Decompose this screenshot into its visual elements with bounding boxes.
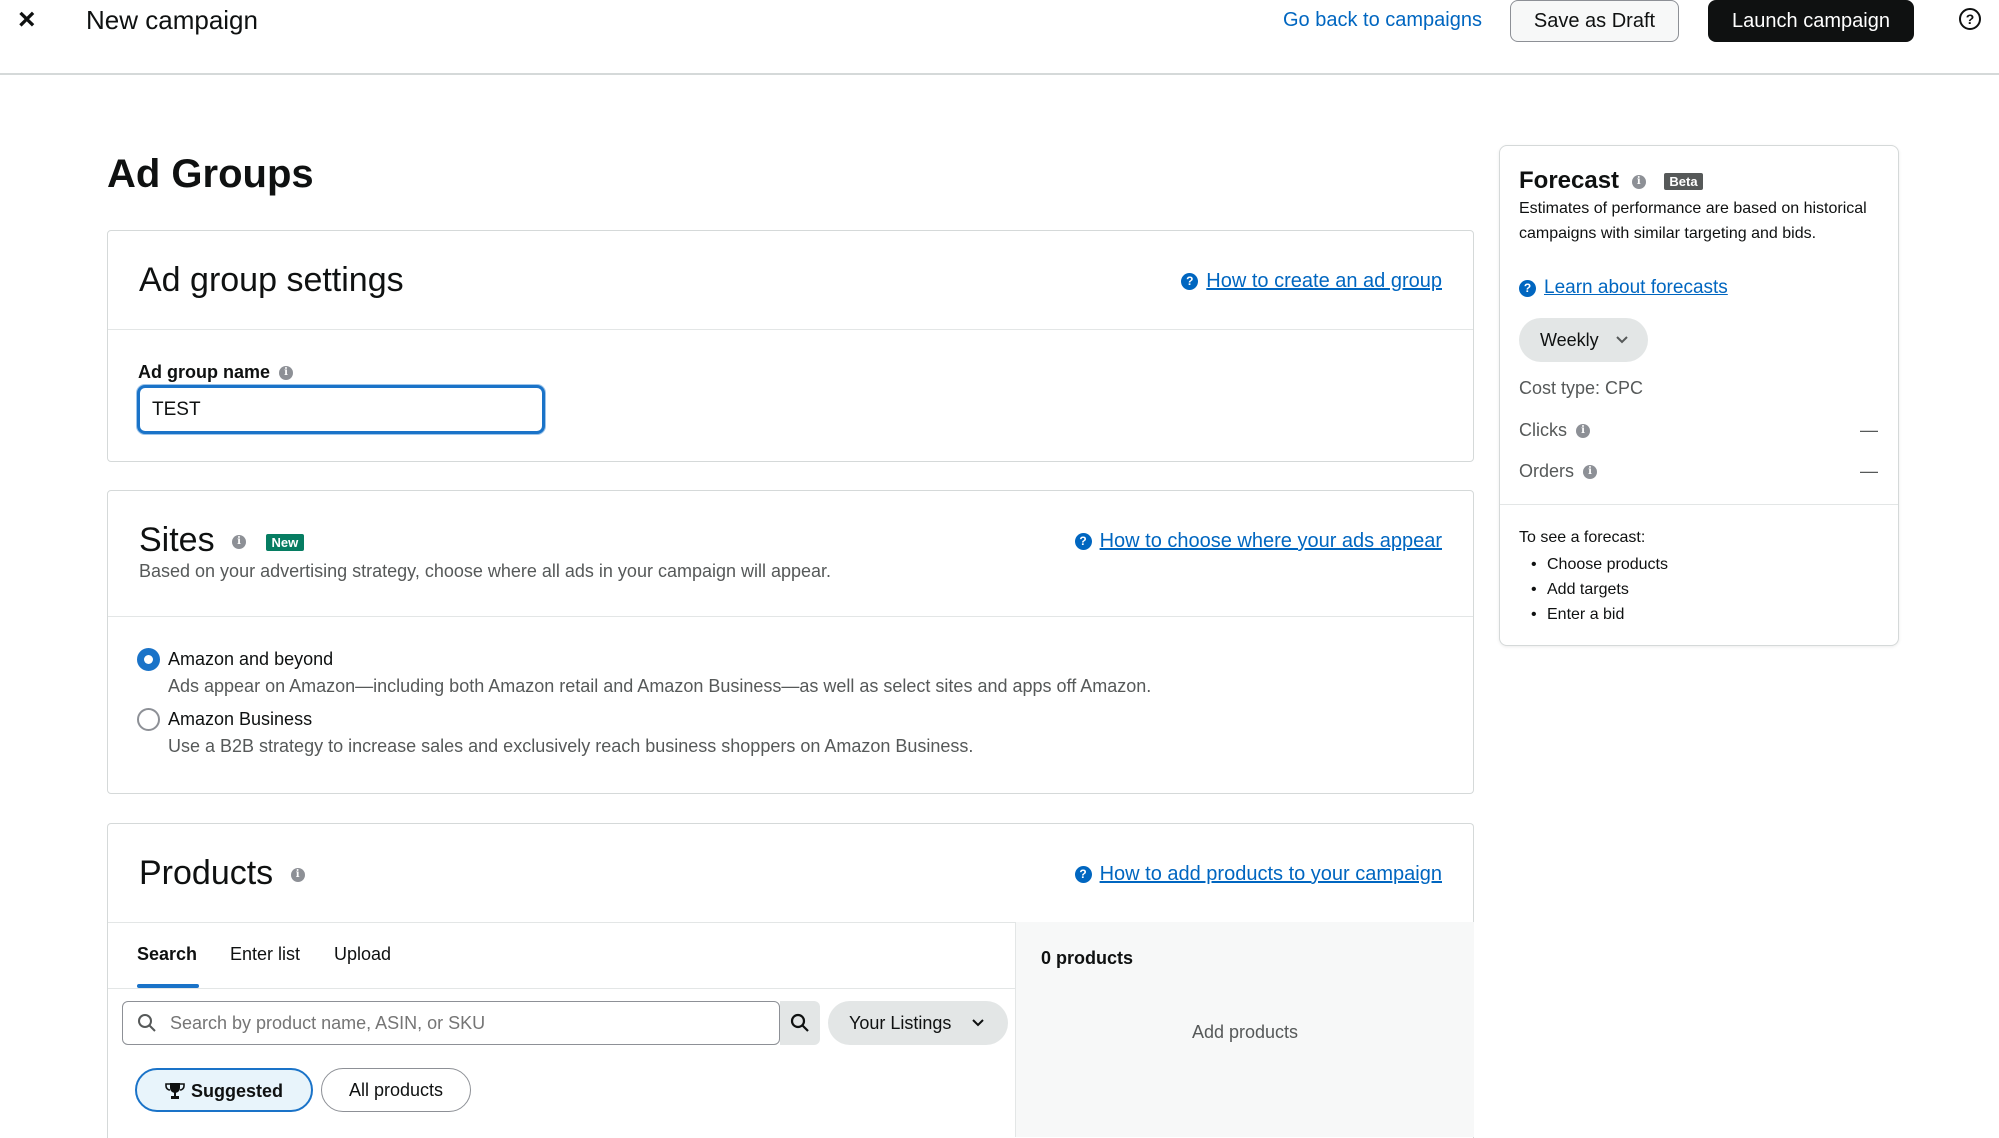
forecast-hint: To see a forecast: xyxy=(1519,529,1646,546)
selected-products-panel: 0 products Add products xyxy=(1015,922,1474,1137)
divider xyxy=(108,988,1015,989)
list-item: Add targets xyxy=(1519,577,1668,602)
tab-enter-list[interactable]: Enter list xyxy=(230,942,300,966)
forecast-steps: Choose products Add targets Enter a bid xyxy=(1519,552,1668,627)
list-item: Enter a bid xyxy=(1519,602,1668,627)
products-title-text: Products xyxy=(139,854,274,892)
listings-dropdown-label: Your Listings xyxy=(849,1013,952,1033)
divider xyxy=(108,616,1473,617)
launch-campaign-button[interactable]: Launch campaign xyxy=(1708,0,1914,42)
chevron-down-icon xyxy=(1616,336,1628,344)
learn-forecasts-text: Learn about forecasts xyxy=(1544,277,1728,298)
metric-clicks-value: — xyxy=(1860,420,1878,440)
info-icon[interactable]: i xyxy=(232,535,247,550)
divider xyxy=(108,329,1473,330)
forecast-panel: Forecast i Beta Estimates of performance… xyxy=(1499,145,1899,646)
add-products-help-text: How to add products to your campaign xyxy=(1099,863,1442,885)
section-heading: Ad Groups xyxy=(107,152,314,196)
sites-card: Sites i New ? How to choose where your a… xyxy=(107,490,1474,794)
forecast-description: Estimates of performance are based on hi… xyxy=(1519,200,1867,242)
close-icon[interactable]: × xyxy=(18,2,36,38)
radio-amazon-and-beyond[interactable] xyxy=(137,648,160,671)
forecast-title-text: Forecast xyxy=(1519,167,1620,194)
ad-group-name-label: Ad group name i xyxy=(138,361,294,383)
filter-suggested-label: Suggested xyxy=(190,1081,283,1101)
info-icon[interactable]: i xyxy=(1576,424,1591,439)
forecast-title: Forecast i Beta xyxy=(1519,166,1703,196)
question-icon: ? xyxy=(1519,279,1536,297)
divider xyxy=(1500,504,1898,505)
cost-type: Cost type: CPC xyxy=(1519,378,1644,398)
metric-orders-value: — xyxy=(1860,461,1878,481)
tab-search[interactable]: Search xyxy=(137,942,197,966)
product-search-box[interactable] xyxy=(122,1001,780,1045)
list-item: Choose products xyxy=(1519,552,1668,577)
info-icon[interactable]: i xyxy=(1631,174,1646,189)
radio-label-amazon-business[interactable]: Amazon Business xyxy=(168,707,312,731)
sites-title: Sites i New xyxy=(139,518,305,562)
ad-group-settings-title: Ad group settings xyxy=(139,261,404,299)
radio-amazon-business[interactable] xyxy=(137,708,160,731)
learn-forecasts-link[interactable]: ? Learn about forecasts xyxy=(1519,276,1728,300)
metric-clicks: Clicks i xyxy=(1519,418,1591,442)
ad-group-name-label-text: Ad group name xyxy=(138,362,271,382)
help-icon[interactable]: ? xyxy=(1959,8,1981,30)
trophy-icon xyxy=(165,1083,185,1099)
go-back-link[interactable]: Go back to campaigns xyxy=(1283,8,1482,32)
metric-clicks-label: Clicks xyxy=(1519,420,1567,440)
beta-badge: Beta xyxy=(1664,173,1703,191)
products-card: Products i ? How to add products to your… xyxy=(107,823,1474,1138)
chevron-down-icon xyxy=(972,1019,984,1027)
create-ad-group-help-link[interactable]: ? How to create an ad group xyxy=(1181,268,1442,294)
radio-desc-amazon-and-beyond: Ads appear on Amazon—including both Amaz… xyxy=(168,676,1152,696)
product-count: 0 products xyxy=(1041,948,1134,968)
choose-sites-help-link[interactable]: ? How to choose where your ads appear xyxy=(1074,528,1442,554)
question-icon: ? xyxy=(1181,272,1199,290)
tab-upload[interactable]: Upload xyxy=(334,942,391,966)
search-icon xyxy=(138,1014,156,1032)
product-search-panel: Search Enter list Upload Your Listings xyxy=(108,922,1015,1137)
question-icon: ? xyxy=(1074,865,1092,883)
save-draft-button[interactable]: Save as Draft xyxy=(1510,0,1679,42)
filter-suggested[interactable]: Suggested xyxy=(135,1068,313,1112)
create-ad-group-help-text: How to create an ad group xyxy=(1206,270,1442,292)
listings-dropdown[interactable]: Your Listings xyxy=(828,1001,1008,1045)
radio-label-amazon-and-beyond[interactable]: Amazon and beyond xyxy=(168,647,333,671)
new-badge: New xyxy=(265,533,305,551)
sites-description: Based on your advertising strategy, choo… xyxy=(139,561,832,581)
metric-orders: Orders i xyxy=(1519,459,1598,483)
ad-group-settings-card: Ad group settings ? How to create an ad … xyxy=(107,230,1474,462)
search-icon xyxy=(790,1013,809,1032)
add-products-help-link[interactable]: ? How to add products to your campaign xyxy=(1074,861,1442,887)
radio-desc-amazon-business: Use a B2B strategy to increase sales and… xyxy=(168,736,974,756)
forecast-period-label: Weekly xyxy=(1540,330,1599,350)
products-title: Products i xyxy=(139,851,305,895)
add-products-placeholder: Add products xyxy=(1191,1022,1299,1042)
ad-group-name-input[interactable] xyxy=(137,385,545,434)
product-search-input[interactable] xyxy=(170,1002,770,1044)
metric-orders-label: Orders xyxy=(1519,461,1575,481)
top-bar: × New campaign Go back to campaigns Save… xyxy=(0,0,1999,75)
info-icon[interactable]: i xyxy=(279,366,294,381)
filter-all-products[interactable]: All products xyxy=(321,1068,471,1112)
choose-sites-help-text: How to choose where your ads appear xyxy=(1099,530,1442,552)
page-title: New campaign xyxy=(86,5,258,35)
info-icon[interactable]: i xyxy=(290,868,305,883)
sites-title-text: Sites xyxy=(139,521,215,559)
search-submit-button[interactable] xyxy=(780,1001,820,1045)
question-icon: ? xyxy=(1074,532,1092,550)
forecast-period-dropdown[interactable]: Weekly xyxy=(1519,318,1648,362)
info-icon[interactable]: i xyxy=(1583,465,1598,480)
